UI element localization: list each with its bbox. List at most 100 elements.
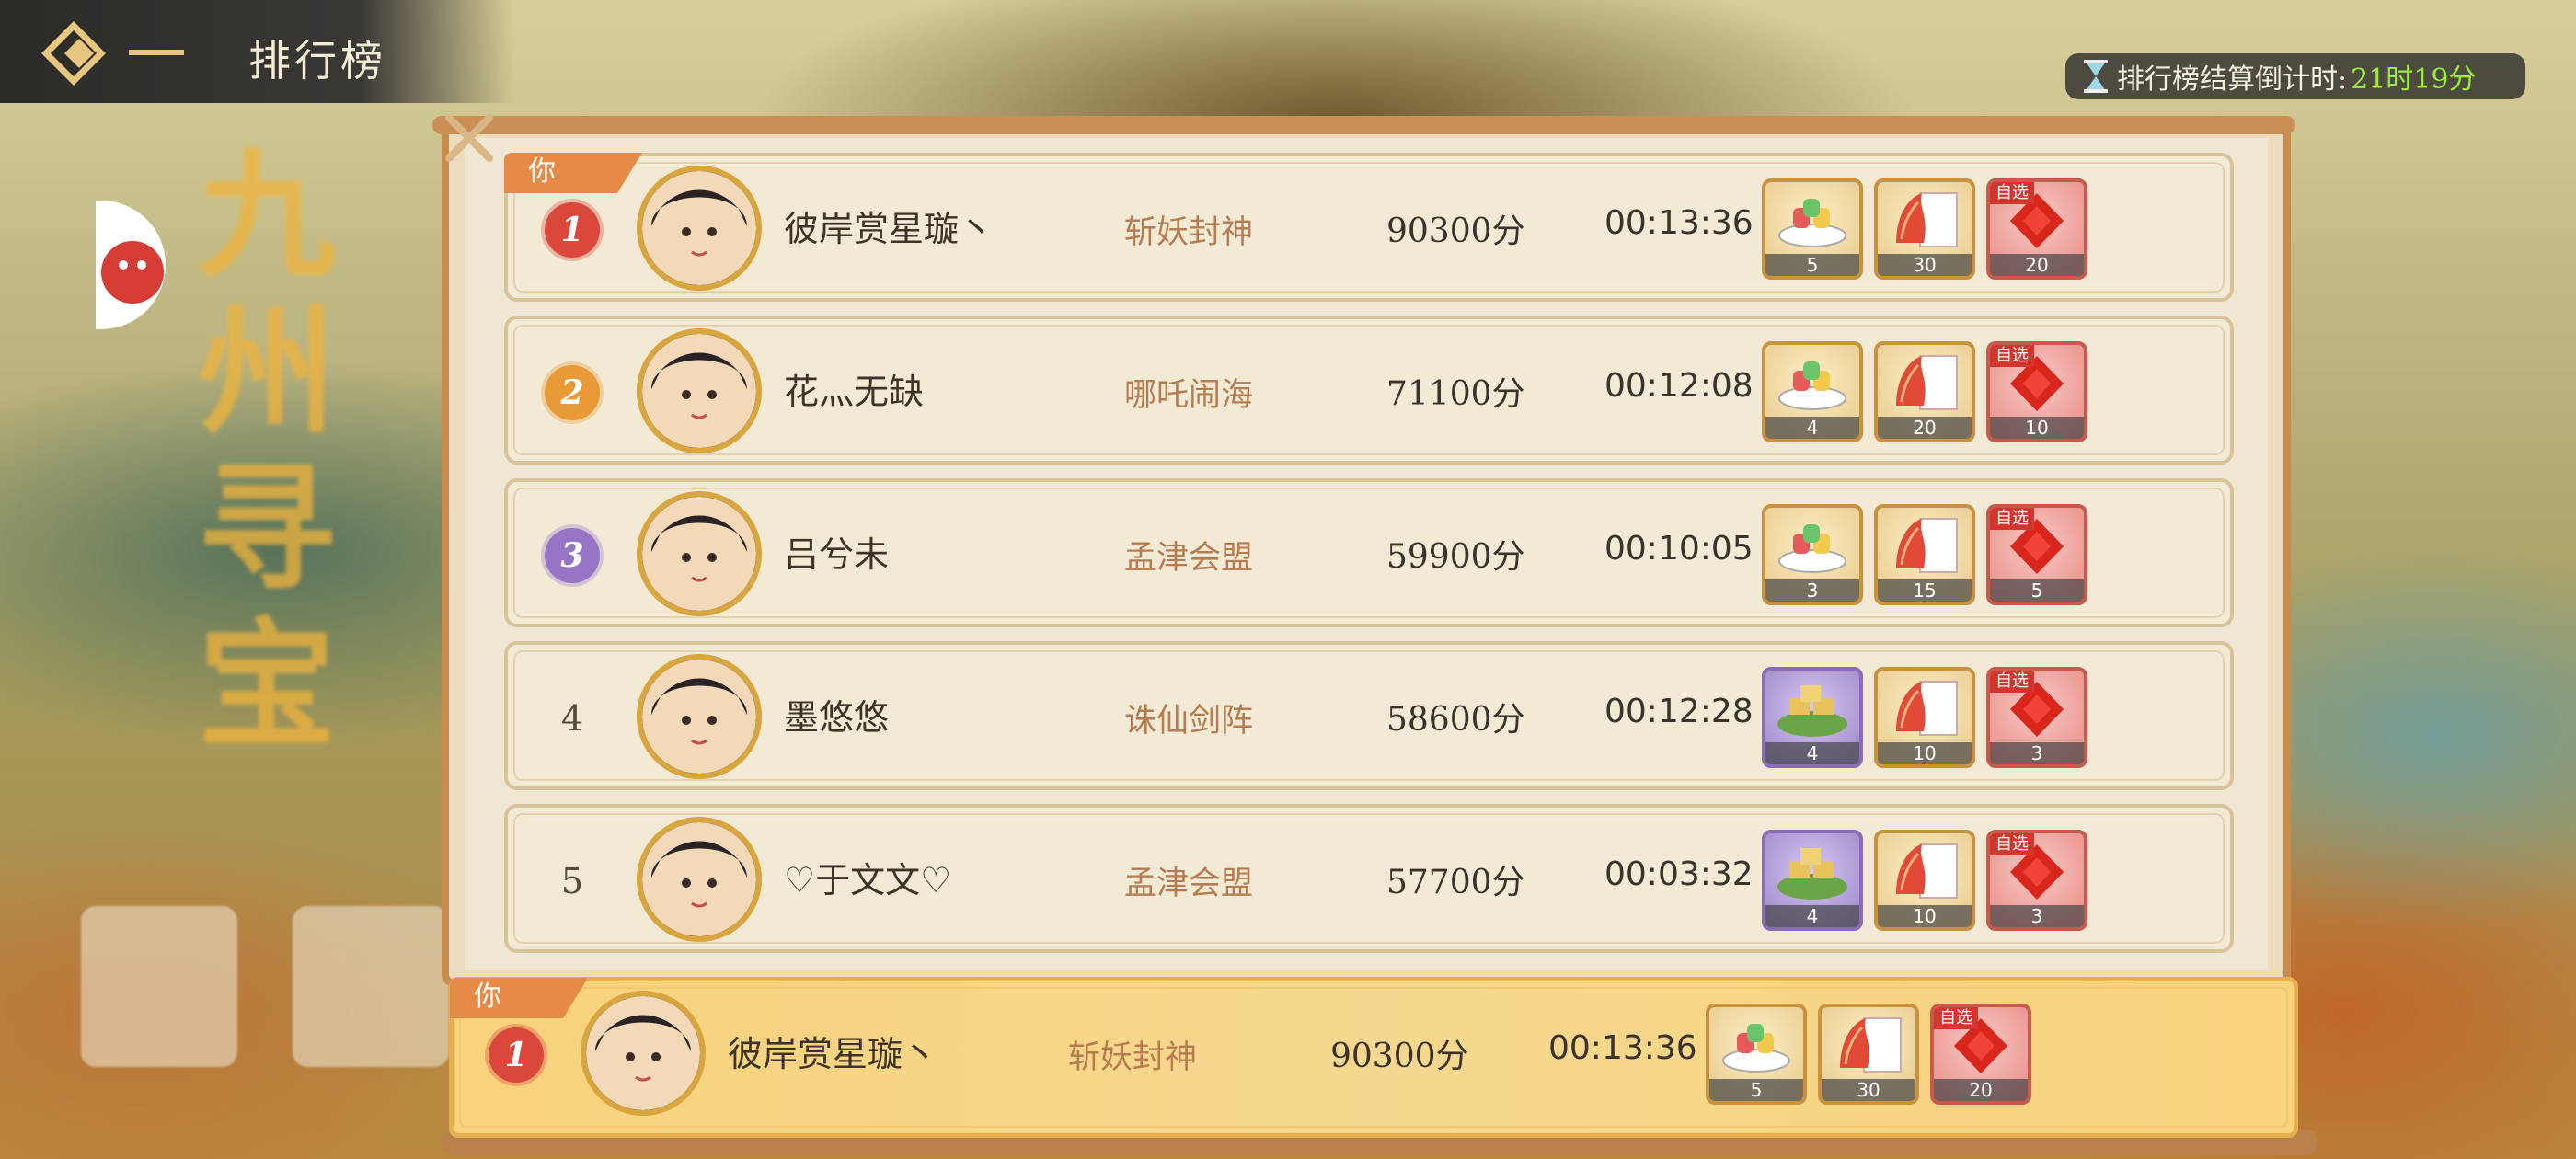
reward-list: 4 20 自选 10: [1762, 341, 2087, 442]
reward-item[interactable]: 自选 10: [1986, 341, 2087, 442]
player-score: 90300分: [1386, 212, 1525, 250]
page-title: 排行榜: [248, 36, 386, 86]
reward-list: 5 30 自选 20: [1762, 178, 2087, 280]
rank-number: 5: [560, 861, 584, 901]
optional-tag: 自选: [1934, 1007, 1978, 1029]
rank-medal-icon: 3: [545, 528, 600, 583]
player-time: 00:03:32: [1604, 855, 1754, 893]
ranking-row[interactable]: 4 墨悠悠 诛仙剑阵 58600分 00:12:28 4 10 自选 3: [504, 641, 2234, 790]
reward-count: 4: [1765, 905, 1859, 927]
reward-count: 3: [1765, 580, 1859, 602]
player-name: 彼岸赏星璇丶: [784, 209, 995, 249]
player-guild: 诛仙剑阵: [1124, 703, 1254, 740]
reward-list: 3 15 自选 5: [1762, 504, 2087, 605]
player-name: ♡于文文♡: [784, 860, 952, 901]
reward-item[interactable]: 自选 5: [1986, 504, 2087, 605]
reward-item[interactable]: 15: [1874, 504, 1975, 605]
event-banner-text: 九州寻宝: [197, 135, 336, 766]
reward-item[interactable]: 自选 20: [1986, 178, 2087, 280]
reward-count: 5: [1709, 1079, 1803, 1101]
player-guild: 孟津会盟: [1124, 866, 1254, 902]
player-guild: 斩妖封神: [1068, 1039, 1198, 1076]
optional-tag: 自选: [1990, 833, 2034, 855]
player-score: 58600分: [1386, 701, 1525, 739]
reward-item[interactable]: 自选 20: [1930, 1004, 2031, 1105]
player-time: 00:12:08: [1604, 367, 1754, 405]
player-avatar[interactable]: [637, 328, 762, 453]
player-name: 墨悠悠: [784, 697, 890, 738]
player-guild: 斩妖封神: [1124, 214, 1254, 251]
reward-count: 10: [1878, 742, 1972, 764]
rank-medal-icon: 1: [545, 202, 600, 258]
countdown-label: 排行榜结算倒计时:: [2117, 63, 2348, 96]
reward-count: 10: [1878, 905, 1972, 927]
rank-number: 4: [560, 698, 584, 739]
settlement-countdown: 排行榜结算倒计时: 21时19分: [2065, 53, 2525, 99]
reward-item[interactable]: 5: [1762, 178, 1863, 280]
reward-item[interactable]: 5: [1706, 1004, 1807, 1105]
reward-item[interactable]: 4: [1762, 341, 1863, 442]
reward-count: 20: [1990, 254, 2084, 276]
reward-item[interactable]: 自选 3: [1986, 667, 2087, 768]
ranking-row[interactable]: 5 ♡于文文♡ 孟津会盟 57700分 00:03:32 4 10 自选 3: [504, 804, 2234, 953]
scroll-cross-icon: [445, 114, 493, 162]
reward-item[interactable]: 10: [1874, 830, 1975, 931]
reward-item[interactable]: 20: [1874, 341, 1975, 442]
ranking-row[interactable]: 3 吕兮未 孟津会盟 59900分 00:10:05 3 15 自选 5: [504, 478, 2234, 627]
player-score: 71100分: [1386, 375, 1525, 413]
reward-list: 5 30 自选 20: [1706, 1004, 2031, 1105]
reward-count: 15: [1878, 580, 1972, 602]
reward-count: 4: [1765, 417, 1859, 439]
reward-item[interactable]: 3: [1762, 504, 1863, 605]
reward-count: 5: [1990, 580, 2084, 602]
reward-item[interactable]: 10: [1874, 667, 1975, 768]
reward-count: 30: [1822, 1079, 1915, 1101]
reward-item[interactable]: 自选 3: [1986, 830, 2087, 931]
player-time: 00:10:05: [1604, 530, 1754, 568]
ranking-row[interactable]: 你 1 彼岸赏星璇丶 斩妖封神 90300分 00:13:36 5 30 自选 20: [504, 153, 2234, 302]
reward-count: 30: [1878, 254, 1972, 276]
player-avatar[interactable]: [637, 817, 762, 942]
player-name: 彼岸赏星璇丶: [728, 1034, 938, 1074]
player-time: 00:12:28: [1604, 693, 1754, 730]
optional-tag: 自选: [1990, 508, 2034, 530]
reward-count: 20: [1878, 417, 1972, 439]
reward-count: 5: [1765, 254, 1859, 276]
back-arrow-icon: [41, 21, 184, 86]
rank-medal-icon: 2: [545, 365, 600, 420]
rank-medal-icon: 1: [489, 1027, 544, 1083]
player-name: 花灬无缺: [784, 372, 925, 412]
reward-item[interactable]: 30: [1818, 1004, 1919, 1105]
reward-item[interactable]: 4: [1762, 667, 1863, 768]
ranking-row[interactable]: 2 花灬无缺 哪吒闹海 71100分 00:12:08 4 20 自选 10: [504, 316, 2234, 465]
my-rank-row[interactable]: 你 1 彼岸赏星璇丶 斩妖封神 90300分 00:13:36 5 30 自选 20: [449, 977, 2298, 1138]
player-score: 59900分: [1386, 538, 1525, 576]
scroll-rod-top: [432, 116, 2295, 134]
reward-item[interactable]: 30: [1874, 178, 1975, 280]
player-avatar[interactable]: [637, 166, 762, 291]
player-avatar[interactable]: [637, 654, 762, 779]
countdown-value: 21时19分: [2351, 63, 2477, 96]
side-card-right: [293, 906, 449, 1067]
reward-count: 3: [1990, 742, 2084, 764]
player-avatar[interactable]: [637, 491, 762, 616]
player-time: 00:13:36: [1548, 1029, 1697, 1067]
top-bar: 排行榜: [0, 0, 515, 103]
reward-count: 3: [1990, 905, 2084, 927]
reward-item[interactable]: 4: [1762, 830, 1863, 931]
player-guild: 哪吒闹海: [1124, 377, 1254, 414]
player-score: 90300分: [1330, 1038, 1469, 1075]
back-button[interactable]: [37, 17, 193, 90]
player-guild: 孟津会盟: [1124, 540, 1254, 577]
reward-list: 4 10 自选 3: [1762, 830, 2087, 931]
side-card-left: [81, 906, 237, 1067]
reward-count: 10: [1990, 417, 2084, 439]
optional-tag: 自选: [1990, 345, 2034, 367]
reward-count: 4: [1765, 742, 1859, 764]
player-score: 57700分: [1386, 864, 1525, 901]
reward-count: 20: [1934, 1079, 2028, 1101]
player-name: 吕兮未: [784, 534, 890, 575]
player-avatar[interactable]: [581, 991, 706, 1116]
reward-list: 4 10 自选 3: [1762, 667, 2087, 768]
optional-tag: 自选: [1990, 671, 2034, 693]
